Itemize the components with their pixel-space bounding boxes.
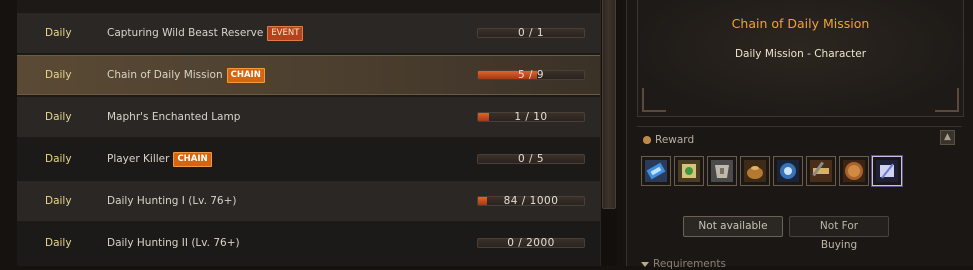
progress-text: 5 / 9 xyxy=(517,69,545,81)
reward-item-slot[interactable] xyxy=(707,156,737,186)
reward-item-slot[interactable] xyxy=(872,156,902,186)
mission-row[interactable]: Daily Chain of Daily Mission CHAIN 5 / 9 xyxy=(17,55,600,95)
reward-bag-icon xyxy=(643,136,651,144)
scroll-gem-icon xyxy=(678,160,700,182)
mission-type: Daily xyxy=(45,153,72,165)
mission-type: Daily xyxy=(45,237,72,249)
mission-type: Daily xyxy=(45,27,72,39)
mission-type: Daily xyxy=(45,111,72,123)
mission-name-cell: Player Killer CHAIN xyxy=(107,151,212,167)
mission-row[interactable]: Daily Daily Hunting I (Lv. 76+) 84 / 1000 xyxy=(17,181,600,221)
mission-row[interactable]: Daily Daily Hunting II (Lv. 76+) 0 / 2000 xyxy=(17,223,600,263)
mission-name: Daily Hunting II (Lv. 76+) xyxy=(107,237,240,249)
event-badge: EVENT xyxy=(267,25,304,41)
divider xyxy=(637,126,962,127)
scrollbar-thumb[interactable] xyxy=(602,0,616,209)
weapon-scroll-icon xyxy=(810,160,832,182)
mission-name: Daily Hunting I (Lv. 76+) xyxy=(107,195,237,207)
requirements-label: Requirements xyxy=(653,258,726,270)
progress-text: 0 / 5 xyxy=(517,153,545,165)
purchase-buttons: Not available Not For Buying xyxy=(683,216,889,251)
reward-item-slot[interactable] xyxy=(839,156,869,186)
mission-row[interactable]: Daily Capturing Wild Beast Reserve EVENT 0 … xyxy=(17,13,600,53)
reward-item-slot[interactable] xyxy=(641,156,671,186)
progress-text: 84 / 1000 xyxy=(503,195,559,207)
frame-corner-ornament xyxy=(935,88,959,112)
reward-items xyxy=(641,156,902,186)
frame-corner-ornament xyxy=(642,88,666,112)
blue-ticket-icon xyxy=(645,160,667,182)
progress-text: 1 / 10 xyxy=(514,111,548,123)
mission-list: Daily Capturing Wild Beast Reserve EVENT 0 … xyxy=(17,0,600,266)
blue-rune-orb-icon xyxy=(777,160,799,182)
armor-chest-icon xyxy=(711,160,733,182)
mission-name: Maphr's Enchanted Lamp xyxy=(107,111,241,123)
mission-type: Daily xyxy=(45,69,72,81)
mission-detail-panel: Chain of Daily Mission Daily Mission - C… xyxy=(626,0,973,270)
bronze-coin-icon xyxy=(843,160,865,182)
reward-item-slot[interactable] xyxy=(740,156,770,186)
mission-name-cell: Capturing Wild Beast Reserve EVENT xyxy=(107,25,304,41)
not-for-buying-button[interactable]: Not For Buying xyxy=(789,216,889,251)
mission-name: Player Killer xyxy=(107,153,170,165)
mission-name: Capturing Wild Beast Reserve xyxy=(107,27,264,39)
mission-name: Chain of Daily Mission xyxy=(107,69,223,81)
reward-header: Reward xyxy=(643,134,694,146)
reward-item-slot[interactable] xyxy=(773,156,803,186)
not-available-button[interactable]: Not available xyxy=(683,216,783,237)
mission-header-frame: Chain of Daily Mission Daily Mission - C… xyxy=(637,0,964,117)
mission-title: Chain of Daily Mission xyxy=(731,16,870,31)
reward-label: Reward xyxy=(655,134,695,146)
mission-name-cell: Daily Hunting I (Lv. 76+) xyxy=(107,195,237,207)
mission-type: Daily xyxy=(45,195,72,207)
mission-name-cell: Chain of Daily Mission CHAIN xyxy=(107,67,265,83)
chain-badge: CHAIN xyxy=(173,151,212,167)
mission-row[interactable]: Daily Maphr's Enchanted Lamp 1 / 10 xyxy=(17,97,600,137)
treasure-pouch-icon xyxy=(744,160,766,182)
mission-row[interactable]: Daily Player Killer CHAIN 0 / 5 xyxy=(17,139,600,179)
quill-scroll-icon xyxy=(876,160,898,182)
requirements-header[interactable]: Requirements xyxy=(641,258,726,270)
reward-item-slot[interactable] xyxy=(674,156,704,186)
mission-subtitle: Daily Mission - Character xyxy=(734,48,867,60)
chain-badge: CHAIN xyxy=(226,67,265,83)
mission-name-cell: Maphr's Enchanted Lamp xyxy=(107,111,240,123)
progress-text: 0 / 2000 xyxy=(507,237,555,249)
progress-text: 0 / 1 xyxy=(517,27,545,39)
mission-name-cell: Daily Hunting II (Lv. 76+) xyxy=(107,237,240,249)
collapse-arrow-icon[interactable]: ▲ xyxy=(940,130,955,145)
reward-item-slot[interactable] xyxy=(806,156,836,186)
